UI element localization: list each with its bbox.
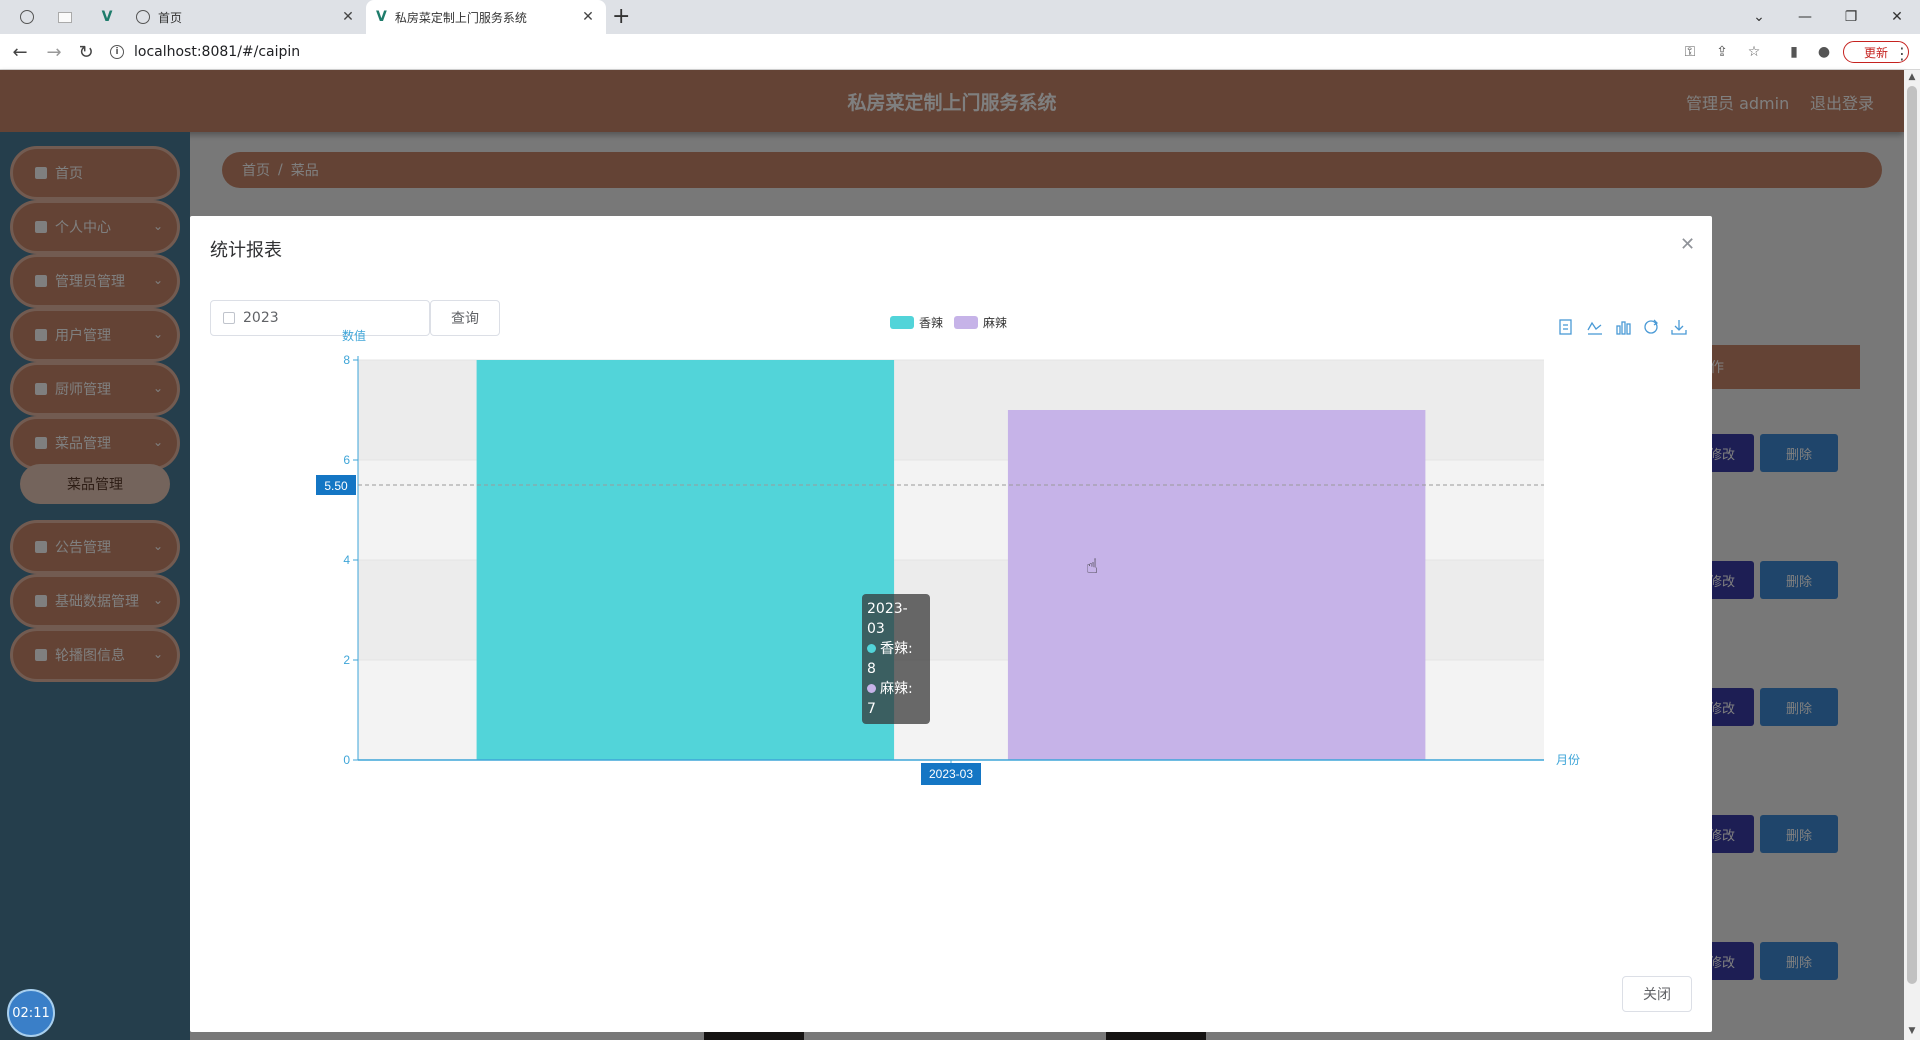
y-tick-label: 0 (343, 753, 350, 767)
y-tick-label: 6 (343, 453, 350, 467)
tab-active[interactable]: V 私房菜定制上门服务系统 ✕ (366, 0, 606, 34)
new-tab-icon[interactable]: + (612, 4, 630, 29)
series-dot-icon (867, 684, 876, 693)
page-icon (58, 11, 72, 23)
stats-dialog: 统计报表 ✕ 2023 查询 0 2 4 6 8 数值 月份 5.50 2023-03 香辣 麻辣 … (190, 216, 1712, 1032)
globe-icon (20, 10, 34, 24)
minimize-icon[interactable]: — (1782, 0, 1828, 34)
y-tick-label: 2 (343, 653, 350, 667)
download-icon[interactable] (1671, 320, 1687, 335)
x-axis-name: 月份 (1556, 753, 1580, 767)
y-tick-label: 8 (343, 353, 350, 367)
axis-pointer-value: 5.50 (324, 479, 348, 493)
tab-search-icon[interactable]: ⌄ (1736, 0, 1782, 34)
scrollbar-thumb[interactable] (1907, 86, 1917, 984)
info-icon[interactable]: i (110, 45, 124, 59)
pinned-tab-1[interactable] (10, 0, 44, 34)
x-category-label: 2023-03 (929, 767, 973, 781)
line-icon[interactable] (1587, 321, 1602, 335)
data-view-icon[interactable] (1559, 319, 1572, 335)
pinned-tab-3[interactable]: V (90, 0, 124, 34)
update-label: 更新 (1863, 45, 1888, 60)
vue-logo-icon: V (101, 9, 113, 25)
share-icon[interactable]: ⇪ (1712, 42, 1732, 62)
bar-香辣 (476, 360, 895, 760)
back-icon[interactable]: ← (8, 40, 32, 64)
series-dot-icon (867, 644, 876, 653)
legend-label: 麻辣 (983, 316, 1007, 330)
close-button[interactable]: 关闭 (1622, 976, 1692, 1012)
restore-icon[interactable]: ❐ (1828, 0, 1874, 34)
bar-icon[interactable] (1616, 321, 1631, 335)
tooltip-title: 2023-03 (867, 601, 908, 637)
close-window-icon[interactable]: ✕ (1874, 0, 1920, 34)
pinned-tab-2[interactable] (48, 0, 82, 34)
close-tab-icon[interactable]: ✕ (580, 9, 596, 25)
bar-chart: 0 2 4 6 8 数值月份 5.50 2023-03 香辣 麻辣 (316, 316, 1687, 785)
chart-tooltip: 2023-03 香辣: 8 麻辣: 7 (862, 594, 930, 724)
browser-tab-bar: V 首页 ✕ V 私房菜定制上门服务系统 ✕ + ⌄ — ❐ ✕ (0, 0, 1920, 34)
url-text: localhost:8081/#/caipin (134, 44, 301, 60)
url-field[interactable]: i localhost:8081/#/caipin (110, 39, 1660, 65)
vue-logo-icon: V (376, 9, 387, 25)
globe-icon (136, 10, 150, 24)
tooltip-line: 麻辣: 7 (867, 679, 925, 719)
tab-title: 私房菜定制上门服务系统 (394, 10, 527, 25)
restore-icon[interactable] (1644, 319, 1659, 334)
close-label: 关闭 (1643, 987, 1671, 1003)
close-tab-icon[interactable]: ✕ (340, 9, 356, 25)
profile-icon[interactable]: ● (1814, 42, 1834, 62)
tab-title: 首页 (158, 10, 183, 25)
y-tick-label: 4 (343, 553, 350, 567)
dialog-title: 统计报表 (210, 240, 282, 261)
side-panel-icon[interactable]: ▮ (1784, 42, 1804, 62)
bookmark-star-icon[interactable]: ☆ (1744, 42, 1764, 62)
scroll-up-icon[interactable]: ▲ (1906, 72, 1918, 84)
legend-label: 香辣 (919, 316, 943, 330)
scroll-down-icon[interactable]: ▼ (1906, 1026, 1918, 1038)
forward-icon[interactable]: → (42, 40, 66, 64)
bar-麻辣 (1007, 410, 1426, 760)
tab-home[interactable]: 首页 ✕ (126, 0, 366, 34)
y-axis-name: 数值 (342, 328, 366, 343)
legend-swatch-香辣 (890, 316, 914, 329)
close-icon[interactable]: ✕ (1680, 234, 1695, 255)
menu-kebab-icon[interactable]: ⋮ (1894, 44, 1910, 63)
hand-cursor-icon: ☝ (1086, 554, 1099, 578)
timer-badge: 02:11 (7, 989, 55, 1037)
tooltip-line: 香辣: 8 (867, 639, 925, 679)
reload-icon[interactable]: ↻ (74, 40, 98, 64)
legend-swatch-麻辣 (954, 316, 978, 329)
key-icon[interactable]: ⚿ (1680, 42, 1700, 62)
address-bar: ← → ↻ i localhost:8081/#/caipin ⚿ ⇪ ☆ ▮ … (0, 34, 1920, 70)
